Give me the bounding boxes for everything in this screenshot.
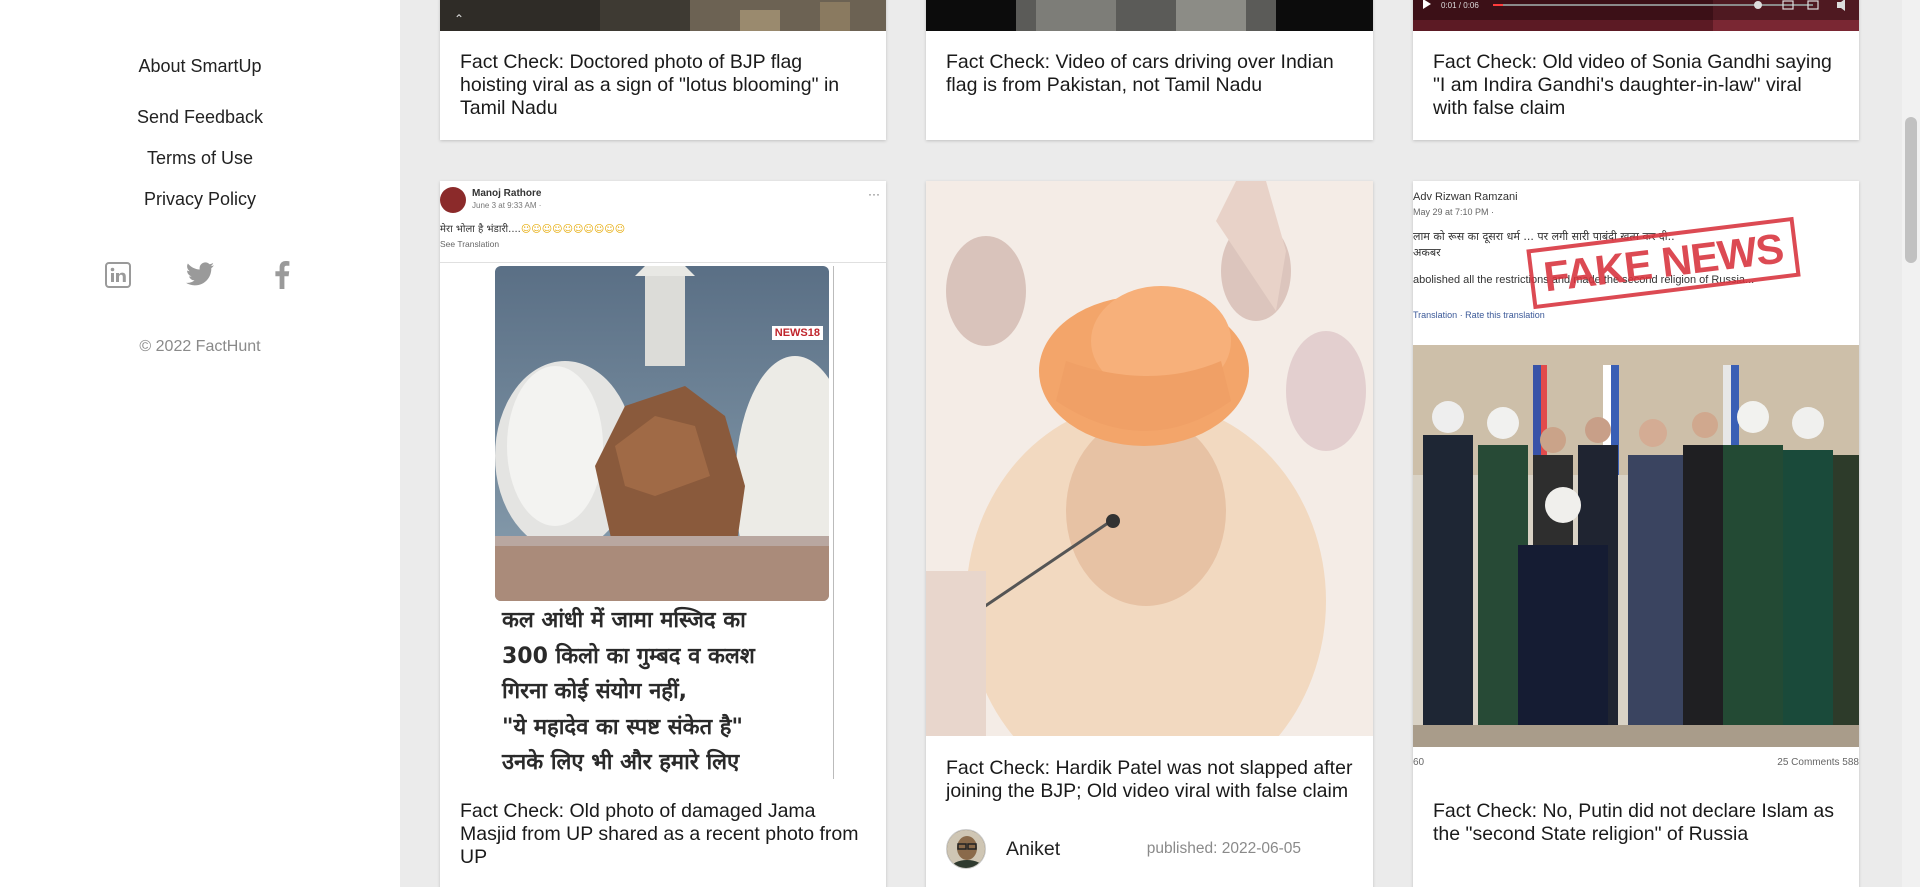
- article-title: Fact Check: Hardik Patel was not slapped…: [946, 757, 1353, 802]
- post-author: Manoj Rathore: [472, 188, 542, 199]
- post-date: June 3 at 9:33 AM ·: [472, 201, 542, 210]
- article-title: Fact Check: Video of cars driving over I…: [946, 51, 1334, 96]
- post-comments: 25 Comments 588: [1777, 757, 1859, 768]
- more-options-icon: ···: [868, 187, 880, 201]
- video-thumbnail: 0:01 / 0:06: [1413, 0, 1859, 31]
- article-card[interactable]: Fact Check: Video of cars driving over I…: [926, 0, 1373, 140]
- copyright: © 2022 FactHunt: [139, 338, 261, 355]
- chevron-up-icon: ⌃: [454, 12, 465, 26]
- post-text: अकबर: [1413, 246, 1441, 259]
- article-title: Fact Check: Old video of Sonia Gandhi sa…: [1433, 51, 1832, 119]
- send-feedback-link[interactable]: Send Feedback: [0, 107, 400, 128]
- post-author: Adv Rizwan Ramzani: [1413, 191, 1518, 203]
- article-image: Manoj Rathore June 3 at 9:33 AM · ··· मे…: [440, 181, 886, 779]
- post-reactions: 60: [1413, 757, 1425, 768]
- article-image: [926, 181, 1373, 736]
- article-card[interactable]: Adv Rizwan Ramzani May 29 at 7:10 PM · ल…: [1413, 181, 1859, 887]
- article-card[interactable]: Fact Check: Hardik Patel was not slapped…: [926, 181, 1373, 887]
- article-title: Fact Check: Doctored photo of BJP flag h…: [460, 51, 840, 119]
- news-channel-badge: NEWS18: [771, 326, 823, 340]
- scrollbar[interactable]: [1902, 0, 1920, 887]
- mosque-photo: NEWS18: [495, 266, 829, 601]
- author-row: Aniket published: 2022-06-05: [946, 827, 1353, 871]
- privacy-link[interactable]: Privacy Policy: [0, 189, 400, 210]
- post-translation: Translation · Rate this translation: [1413, 310, 1545, 320]
- group-photo: [1413, 345, 1859, 747]
- article-title: Fact Check: Old photo of damaged Jama Ma…: [460, 800, 859, 868]
- facebook-icon[interactable]: [267, 260, 297, 290]
- article-image: Adv Rizwan Ramzani May 29 at 7:10 PM · ल…: [1413, 181, 1859, 779]
- article-card[interactable]: ⌃ Fact Check: Doctored photo of BJP flag…: [440, 0, 886, 140]
- image-overlay-text: कल आंधी में जामा मस्जिद का 300 किलो का ग…: [502, 608, 755, 775]
- author-name[interactable]: Aniket: [1006, 838, 1060, 861]
- svg-text:0:01 / 0:06: 0:01 / 0:06: [1441, 1, 1479, 10]
- post-date: May 29 at 7:10 PM ·: [1413, 207, 1495, 217]
- see-translation: See Translation: [440, 239, 500, 249]
- article-card[interactable]: 0:01 / 0:06 Fact Check: Old video of Son…: [1413, 0, 1859, 140]
- article-image: [926, 0, 1373, 31]
- post-text: मेरा भोला है भंडारी....☺☺☺☺☺☺☺☺☺☺: [440, 224, 626, 235]
- social-links: [0, 260, 400, 290]
- terms-link[interactable]: Terms of Use: [0, 148, 400, 169]
- article-card[interactable]: Manoj Rathore June 3 at 9:33 AM · ··· मे…: [440, 181, 886, 887]
- author-avatar[interactable]: [946, 829, 986, 869]
- published-date: published: 2022-06-05: [1146, 840, 1301, 857]
- scrollbar-thumb[interactable]: [1905, 117, 1917, 263]
- post-avatar: [440, 187, 466, 213]
- article-title: Fact Check: No, Putin did not declare Is…: [1433, 800, 1835, 845]
- linkedin-icon[interactable]: [103, 260, 133, 290]
- about-link[interactable]: About SmartUp: [0, 56, 400, 77]
- sidebar: About SmartUp Send Feedback Terms of Use…: [0, 0, 400, 887]
- article-image: ⌃: [440, 0, 886, 31]
- twitter-icon[interactable]: [185, 260, 215, 290]
